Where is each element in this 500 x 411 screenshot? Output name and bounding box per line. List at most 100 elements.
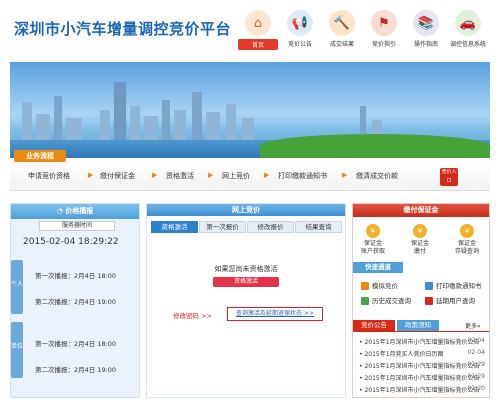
flow-arrow-icon: ▶ (152, 171, 158, 179)
side-tab-label: 单位 (11, 343, 24, 350)
site-title: 深圳市小汽车增量调控竞价平台 (14, 20, 232, 38)
status-query-link[interactable]: 查询激活及延期退保状态 >> (227, 307, 323, 321)
signpost-icon: ⚑ (371, 10, 397, 36)
side-tab-label: 个人 (11, 281, 24, 288)
deposit-step-label: 保证金 缴付 (410, 240, 429, 255)
broadcast-personal-1: 第一次播报：2月4日 18:00 (35, 272, 117, 280)
flow-arrow-icon: ▶ (342, 171, 348, 179)
mock-bid-icon (361, 282, 369, 290)
quick-history-query[interactable]: 历史成交查询 (361, 295, 411, 305)
online-bidding-title: 网上竞价 (147, 204, 345, 216)
news-item[interactable]: • 2015年1月深圳市小汽车增量指标竞价公告 01-20 (359, 385, 487, 395)
deposit-pay-icon: ¥ (413, 224, 427, 238)
online-bidding-panel: 网上竞价 资格激活 第一次报价 修改报价 结果查询 如果您尚未资格激活 资格激活… (146, 203, 346, 398)
server-time: 2015-02-04 18:29:22 (23, 237, 119, 247)
activate-button[interactable]: 资格激活 (213, 277, 279, 287)
news-date: 01-29 (467, 373, 485, 380)
news-title: 2015年1月深圳市小汽车增量指标竞价公告 (364, 387, 480, 394)
news-item[interactable]: • 2015年1月深圳市小汽车增量指标竞价公告 01-29 (359, 361, 487, 371)
nav-label: 成交结果 (329, 41, 354, 48)
quick-extension-query[interactable]: 延期用户查询 (425, 295, 475, 305)
nav-label: 首页 (238, 39, 278, 50)
news-item[interactable]: • 2015年1月深圳市小汽车增量指标竞价公告 02-04 (359, 337, 487, 347)
flow-arrow-icon: ▶ (208, 171, 214, 179)
flow-step-pay[interactable]: 缴清成交价款 (356, 171, 398, 181)
megaphone-icon: 📢 (287, 10, 313, 36)
tab-first-bid[interactable]: 第一次报价 (199, 221, 246, 233)
flow-step-activate[interactable]: 资格激活 (166, 171, 194, 181)
broadcast-company-2: 第二次播报：2月4日 19:00 (35, 366, 117, 374)
activation-notice: 如果您尚未资格激活 (214, 265, 278, 273)
flow-step-deposit[interactable]: 缴付保证金 (100, 171, 135, 181)
quick-label: 模拟竞价 (372, 282, 398, 290)
tab-auction-notices[interactable]: 竞价公告 (353, 320, 395, 331)
news-date: 02-04 (467, 349, 485, 356)
nav-label: 竞价指引 (371, 41, 396, 48)
nav-home[interactable]: ⌂ 首页 (238, 10, 278, 56)
news-title: 2015年1月竞买人竞价日历图 (364, 351, 444, 358)
car-icon: 🚗 (455, 10, 481, 36)
deposit-step-pay[interactable]: 保证金 缴付 (403, 240, 437, 256)
tab-activate[interactable]: 资格激活 (151, 221, 198, 233)
news-item[interactable]: • 2015年1月竞买人竞价日历图 02-04 (359, 349, 487, 359)
flow-step-apply[interactable]: 申请竞价资格 (28, 171, 70, 181)
news-date: 02-04 (467, 337, 485, 344)
flow-arrow-icon: ▶ (264, 171, 270, 179)
clock-icon: ◔ (56, 207, 66, 215)
price-broadcast-panel: ◔ 价格播报 服务器时间 2015-02-04 18:29:22 个人 第一次播… (10, 203, 140, 398)
gavel-icon: 🔨 (329, 10, 355, 36)
deposit-step-account[interactable]: 保证金 账户获取 (356, 240, 390, 256)
nav-label: 调控信息系统 (449, 41, 486, 48)
bid-entry-badge[interactable]: 竞价入口 (440, 168, 458, 186)
server-time-label: 服务器时间 (39, 221, 115, 231)
quick-access-title: 快速通道 (353, 262, 403, 273)
news-title: 2015年1月深圳市小汽车增量指标竞价公告 (364, 375, 480, 382)
nav-auction-notice[interactable]: 📢 竞价公告 (280, 10, 320, 56)
deposit-step-query[interactable]: 保证金 存疑查询 (450, 240, 484, 256)
broadcast-company-1: 第一次播报：2月4日 18:00 (35, 340, 117, 348)
tab-result-query[interactable]: 结果查询 (295, 221, 342, 233)
side-tab-company[interactable]: 单位 (11, 322, 23, 378)
news-title: 2015年1月深圳市小汽车增量指标竞价公告 (364, 363, 480, 370)
panel-title-text: 价格播报 (65, 207, 94, 215)
nav-label: 操作指南 (413, 41, 438, 48)
nav-info-system[interactable]: 🚗 调控信息系统 (448, 10, 488, 56)
header: 深圳市小汽车增量调控竞价平台 ⌂ 首页 📢 竞价公告 🔨 成交结果 ⚑ 竞价指引… (0, 0, 500, 60)
news-date: 01-29 (467, 361, 485, 368)
extension-icon (425, 297, 433, 305)
nav-guide[interactable]: ⚑ 竞价指引 (364, 10, 404, 56)
quick-print-notice[interactable]: 打印缴款通知书 (425, 280, 482, 290)
deposit-account-icon: ¥ (366, 224, 380, 238)
quick-mock-bid[interactable]: 模拟竞价 (361, 280, 398, 290)
quick-label: 延期用户查询 (436, 297, 475, 305)
quick-label: 打印缴款通知书 (436, 282, 482, 290)
deposit-step-label: 保证金 存疑查询 (454, 240, 479, 255)
tab-policy[interactable]: 政策须知 (397, 320, 439, 331)
flow-arrow-icon: ▶ (88, 171, 94, 179)
books-icon: 📚 (413, 10, 439, 36)
nav-label: 竞价公告 (287, 41, 312, 48)
side-tab-personal[interactable]: 个人 (11, 260, 23, 314)
city-banner-image (10, 62, 490, 158)
home-icon: ⌂ (245, 10, 271, 36)
nav-manual[interactable]: 📚 操作指南 (406, 10, 446, 56)
deposit-step-label: 保证金 账户获取 (360, 240, 385, 255)
broadcast-personal-2: 第二次播报：2月4日 19:00 (35, 298, 117, 306)
more-link[interactable]: 更多» (465, 321, 481, 330)
quick-label: 历史成交查询 (372, 297, 411, 305)
nav-results[interactable]: 🔨 成交结果 (322, 10, 362, 56)
flow-step-print[interactable]: 打印缴款通知书 (278, 171, 327, 181)
flow-step-bid[interactable]: 网上竞价 (222, 171, 250, 181)
tab-modify-bid[interactable]: 修改报价 (247, 221, 294, 233)
business-flow-bar: 申请竞价资格 ▶ 缴付保证金 ▶ 资格激活 ▶ 网上竞价 ▶ 打印缴款通知书 ▶… (10, 163, 490, 191)
history-icon (361, 297, 369, 305)
deposit-panel: 缴付保证金 ¥ 保证金 账户获取 ¥ 保证金 缴付 ¥ 保证金 存疑查询 快速通… (352, 203, 490, 398)
news-title: 2015年1月深圳市小汽车增量指标竞价公告 (364, 339, 480, 346)
deposit-panel-title: 缴付保证金 (353, 204, 489, 217)
news-item[interactable]: • 2015年1月深圳市小汽车增量指标竞价公告 01-29 (359, 373, 487, 383)
price-broadcast-title: ◔ 价格播报 (11, 204, 139, 219)
change-password-link[interactable]: 修改密码 >> (173, 310, 212, 320)
business-flow-tag: 业务流程 (14, 150, 66, 162)
news-divider (353, 331, 489, 332)
news-date: 01-20 (467, 385, 485, 392)
